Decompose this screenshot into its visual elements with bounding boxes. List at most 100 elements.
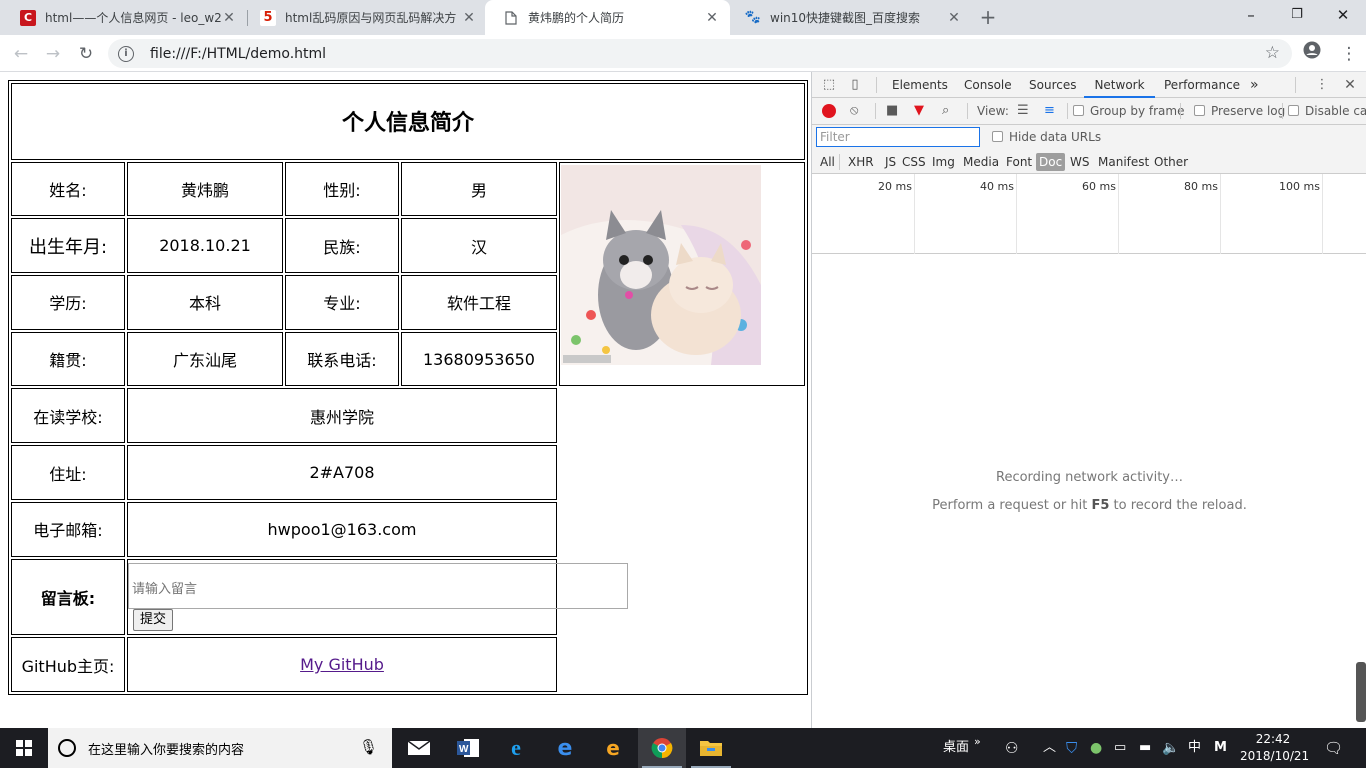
- group-by-frame-label: Group by frame: [1090, 104, 1185, 118]
- word-app-icon[interactable]: W: [444, 728, 492, 768]
- filter-input[interactable]: Filter: [816, 127, 980, 147]
- browser-tab-1[interactable]: C html——个人信息网页 - leo_w2 ✕: [2, 0, 247, 35]
- resource-type-filters: All XHR JS CSS Img Media Font Doc WS Man…: [812, 150, 1366, 174]
- battery-icon[interactable]: ▬: [1139, 728, 1151, 768]
- chrome-app-icon[interactable]: [638, 728, 686, 768]
- filter-js[interactable]: JS: [882, 153, 899, 171]
- timeline-label: 100 ms: [1279, 180, 1320, 193]
- view-label: View:: [977, 104, 1009, 118]
- close-icon[interactable]: ✕: [221, 10, 237, 26]
- email-label: 电子邮箱:: [11, 501, 125, 557]
- file-explorer-icon[interactable]: [687, 728, 735, 768]
- tab-performance[interactable]: Performance: [1164, 72, 1240, 98]
- ie-app-icon[interactable]: e: [492, 728, 540, 768]
- devtools-close-icon[interactable]: ✕: [1341, 76, 1359, 94]
- baidu-icon: 🐾: [744, 10, 762, 25]
- message-textarea[interactable]: 请输入留言: [128, 562, 628, 609]
- tab-console[interactable]: Console: [964, 72, 1012, 98]
- browser-tab-2[interactable]: 5 html乱码原因与网页乱码解决方 ✕: [242, 0, 487, 35]
- birth-label: 出生年月:: [11, 218, 125, 274]
- taskbar-search[interactable]: 在这里输入你要搜索的内容 🎙: [48, 728, 392, 768]
- waterfall-icon[interactable]: ≡: [1044, 103, 1055, 118]
- tab-network[interactable]: Network: [1084, 72, 1155, 98]
- more-tabs-icon[interactable]: »: [1250, 72, 1259, 98]
- notification-icon[interactable]: 🗨: [1324, 728, 1343, 768]
- clear-icon[interactable]: ⦸: [850, 103, 858, 118]
- search-icon[interactable]: ⌕: [942, 103, 949, 118]
- address-bar[interactable]: i file:///F:/HTML/demo.html ☆: [108, 39, 1292, 68]
- filter-media[interactable]: Media: [960, 153, 1002, 171]
- hide-data-urls-label: Hide data URLs: [1009, 130, 1102, 144]
- divider: [876, 77, 877, 93]
- disable-cache-checkbox[interactable]: Disable cac: [1288, 104, 1366, 118]
- filter-font[interactable]: Font: [1003, 153, 1035, 171]
- security-shield-icon[interactable]: ⛉: [1066, 728, 1077, 768]
- browser-tab-4[interactable]: 🐾 win10快捷键截图_百度搜索 ✕: [727, 0, 972, 35]
- filter-other[interactable]: Other: [1151, 153, 1191, 171]
- close-icon[interactable]: ✕: [704, 10, 720, 26]
- devtools-menu-icon[interactable]: ⋮: [1313, 76, 1331, 94]
- tray-chevron-icon[interactable]: ︿: [1043, 728, 1056, 768]
- tab-elements[interactable]: Elements: [892, 72, 948, 98]
- microphone-icon[interactable]: 🎙: [359, 738, 378, 756]
- hint-key: F5: [1091, 498, 1110, 513]
- network-icon[interactable]: ▭: [1114, 728, 1126, 768]
- hide-data-urls-checkbox[interactable]: Hide data URLs: [992, 130, 1101, 144]
- restore-button[interactable]: ❐: [1274, 0, 1320, 30]
- reload-button[interactable]: ↻: [73, 41, 99, 67]
- filter-xhr[interactable]: XHR: [845, 153, 877, 171]
- info-icon[interactable]: i: [118, 45, 134, 62]
- svg-text:W: W: [459, 744, 469, 755]
- forward-button[interactable]: →: [40, 41, 66, 67]
- close-icon[interactable]: ✕: [461, 10, 477, 26]
- profile-avatar-icon[interactable]: [1299, 41, 1325, 67]
- start-button[interactable]: [0, 728, 48, 768]
- filter-ws[interactable]: WS: [1067, 153, 1092, 171]
- divider: [1282, 103, 1283, 119]
- filter-css[interactable]: CSS: [899, 153, 929, 171]
- network-overview-timeline[interactable]: 20 ms 40 ms 60 ms 80 ms 100 ms: [812, 174, 1366, 254]
- back-button[interactable]: ←: [8, 41, 34, 67]
- screenshot-icon[interactable]: ■: [886, 103, 898, 118]
- ime-indicator[interactable]: 中: [1188, 728, 1201, 768]
- ime-mode-indicator[interactable]: M: [1214, 728, 1227, 768]
- divider: [1295, 77, 1296, 93]
- clock[interactable]: 22:42 2018/10/21: [1240, 731, 1309, 765]
- tab-sources[interactable]: Sources: [1029, 72, 1076, 98]
- filter-doc[interactable]: Doc: [1036, 153, 1066, 171]
- menu-icon[interactable]: ⋮: [1336, 41, 1362, 67]
- name-label: 姓名:: [11, 161, 125, 217]
- wechat-icon[interactable]: ●: [1090, 728, 1102, 768]
- url-text[interactable]: file:///F:/HTML/demo.html: [150, 46, 326, 62]
- browser-toolbar: ← → ↻ i file:///F:/HTML/demo.html ☆ ⋮: [0, 35, 1366, 72]
- minimize-button[interactable]: –: [1228, 0, 1274, 30]
- group-by-frame-checkbox[interactable]: Group by frame: [1073, 104, 1184, 118]
- uc-browser-icon[interactable]: e: [589, 728, 637, 768]
- school-label: 在读学校:: [11, 388, 125, 444]
- browser-tab-3-active[interactable]: 黄炜鹏的个人简历 ✕: [485, 0, 730, 35]
- device-toolbar-icon[interactable]: ▯: [846, 76, 864, 94]
- large-rows-icon[interactable]: ☰: [1017, 103, 1029, 118]
- submit-button[interactable]: 提交: [133, 608, 174, 631]
- csdn-icon: C: [20, 9, 36, 26]
- desktop-toolbar-label[interactable]: 桌面: [943, 728, 969, 768]
- scrollbar-thumb[interactable]: [1356, 662, 1366, 722]
- github-link[interactable]: My GitHub: [300, 655, 384, 674]
- volume-icon[interactable]: 🔈: [1162, 728, 1179, 768]
- filter-icon[interactable]: ▼: [914, 103, 924, 118]
- mail-app-icon[interactable]: [395, 728, 443, 768]
- new-tab-button[interactable]: +: [977, 5, 999, 29]
- filter-all[interactable]: All: [817, 153, 838, 171]
- inspect-element-icon[interactable]: ⬚: [820, 76, 838, 94]
- edge-app-icon[interactable]: e: [541, 728, 589, 768]
- filter-img[interactable]: Img: [929, 153, 958, 171]
- filter-manifest[interactable]: Manifest: [1095, 153, 1152, 171]
- bookmark-star-icon[interactable]: ☆: [1265, 43, 1280, 63]
- close-icon[interactable]: ✕: [946, 10, 962, 26]
- page-icon: [503, 10, 519, 26]
- toolbar-expand-icon[interactable]: »: [974, 722, 981, 762]
- window-close-button[interactable]: ✕: [1320, 0, 1366, 30]
- record-icon[interactable]: [822, 104, 836, 118]
- people-icon[interactable]: ⚇: [1005, 728, 1018, 768]
- preserve-log-checkbox[interactable]: Preserve log: [1194, 104, 1285, 118]
